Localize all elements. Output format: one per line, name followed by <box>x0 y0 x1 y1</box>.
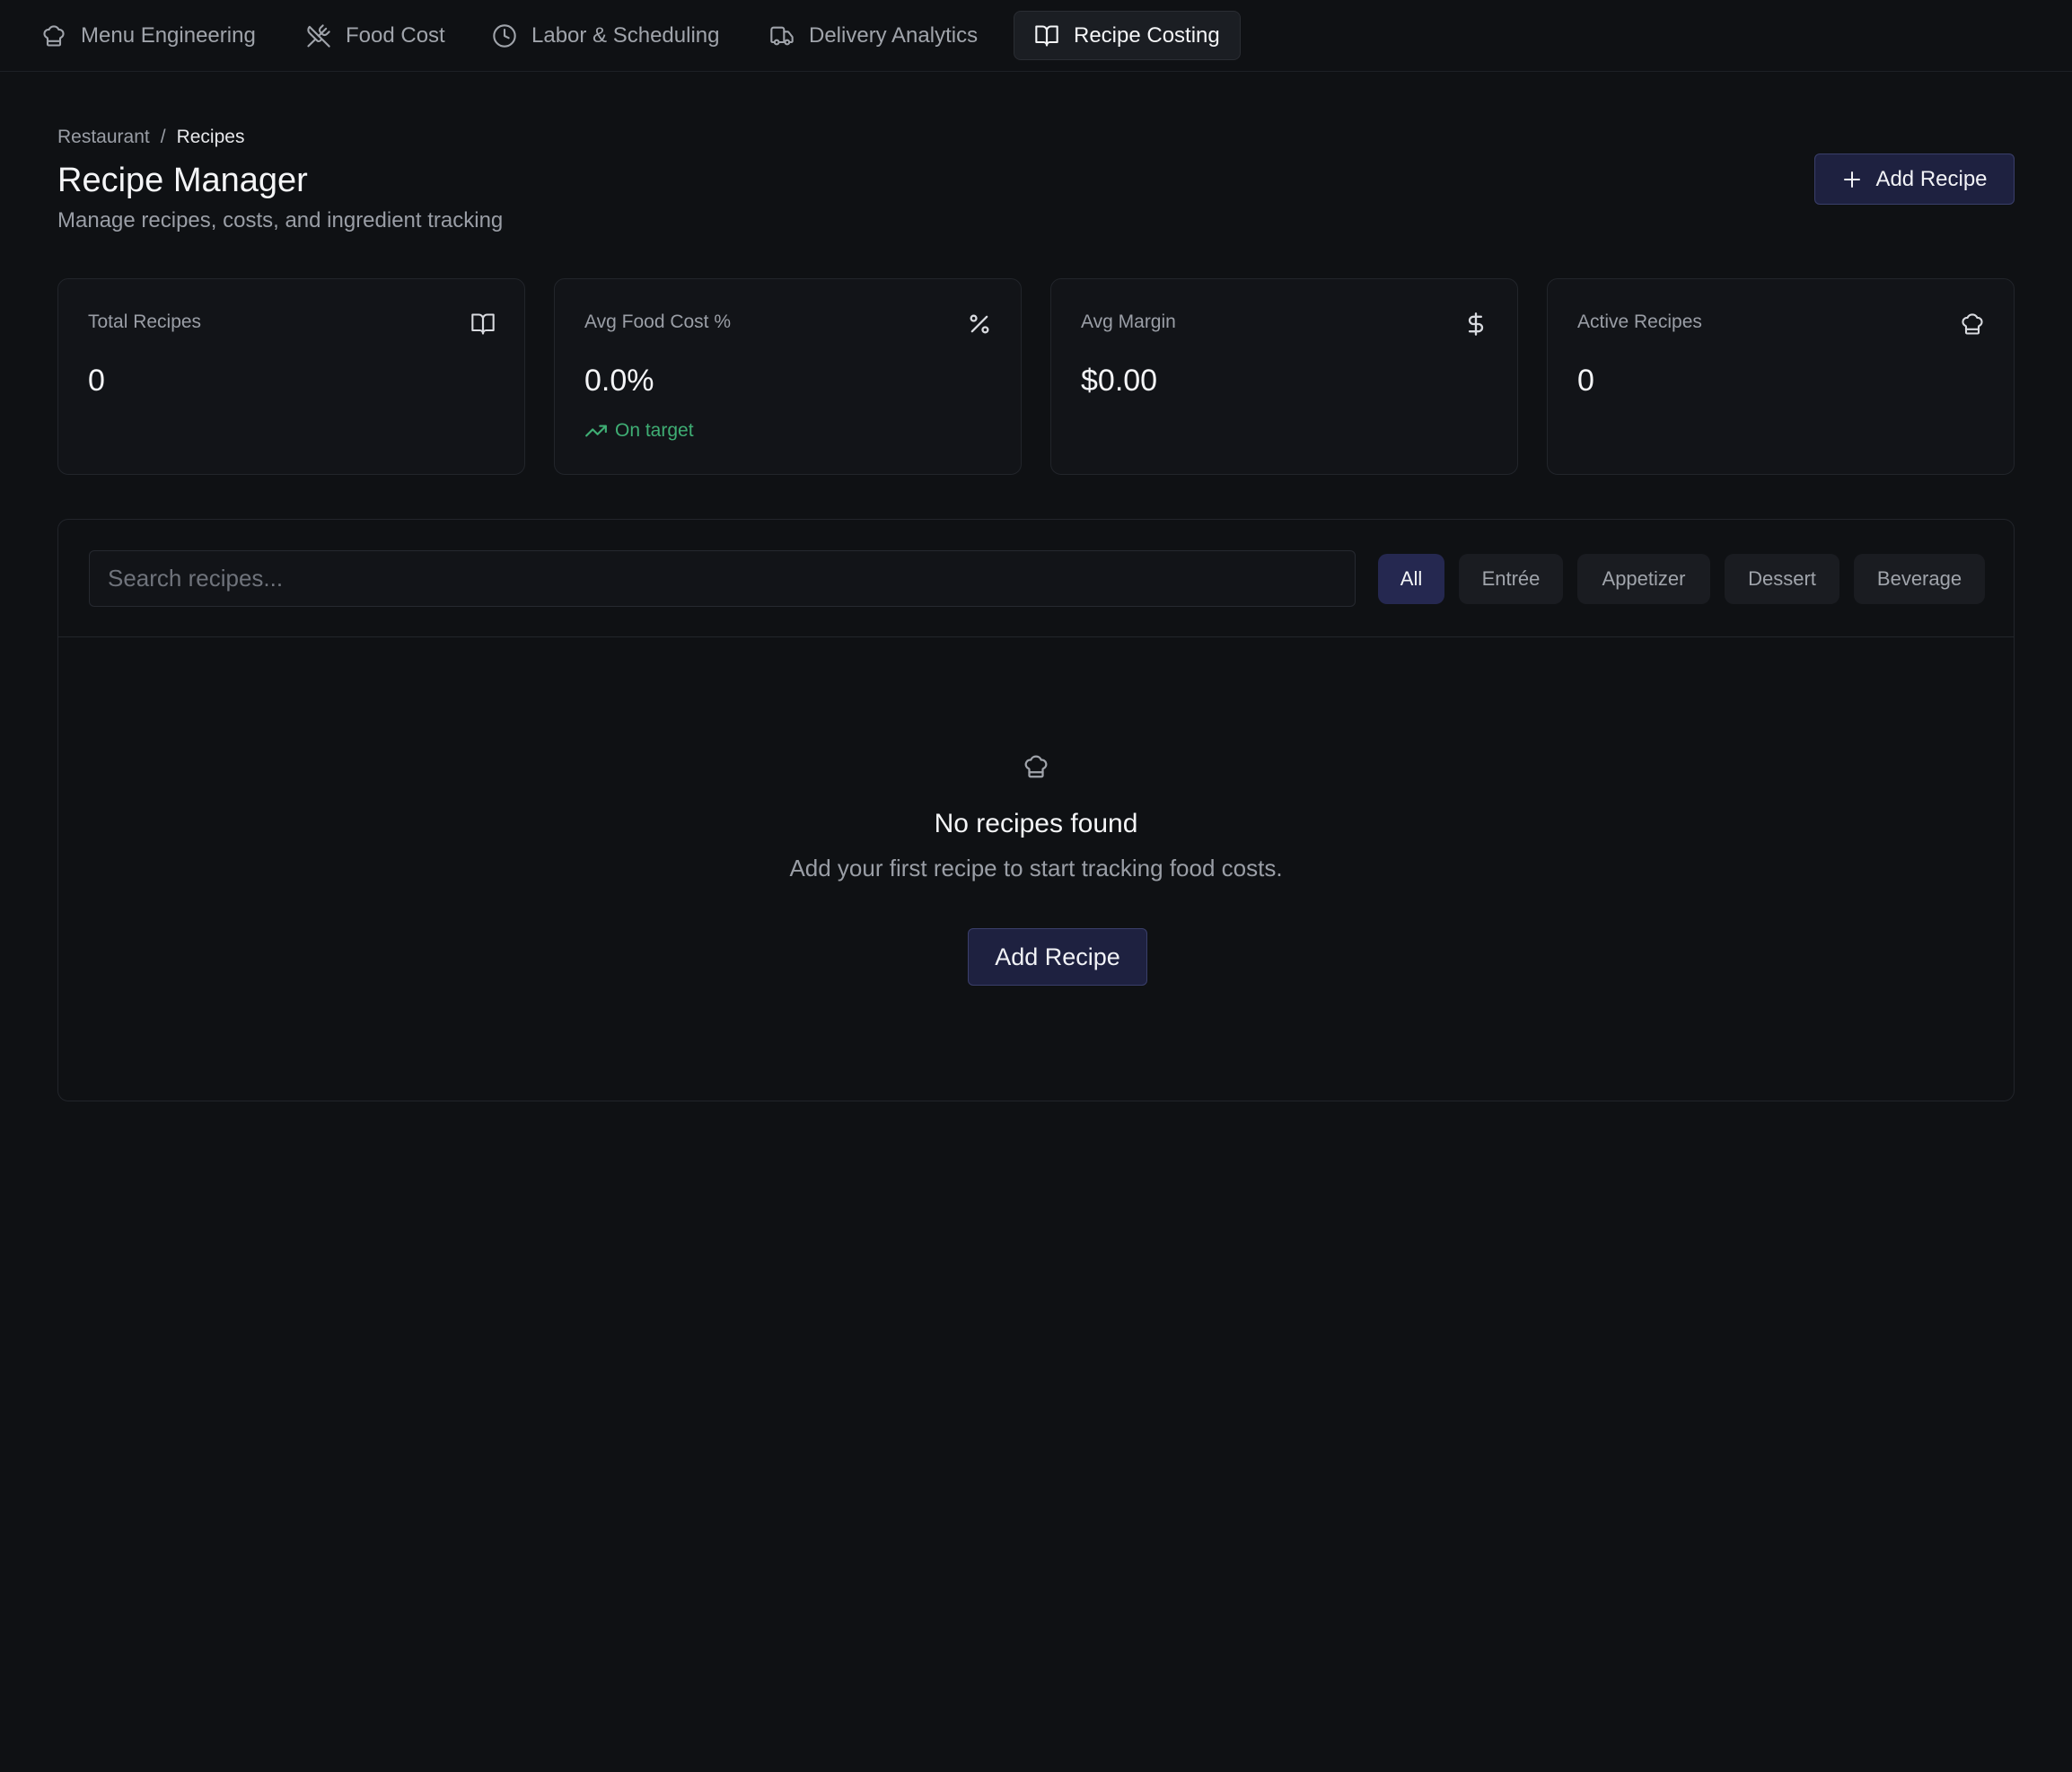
tab-label: Delivery Analytics <box>809 22 979 48</box>
chef-hat-icon <box>1962 313 1983 335</box>
breadcrumb-separator: / <box>160 127 166 147</box>
add-recipe-button[interactable]: Add Recipe <box>1814 154 2015 205</box>
stat-card-total-recipes: Total Recipes 0 <box>57 278 525 475</box>
stat-value: 0 <box>88 364 105 398</box>
stat-label: Avg Margin <box>1081 311 1176 332</box>
stat-value: $0.00 <box>1081 364 1158 398</box>
filter-chip-entree[interactable]: Entrée <box>1459 554 1563 604</box>
stat-label: Avg Food Cost % <box>584 311 732 332</box>
tab-food-cost[interactable]: Food Cost <box>286 11 465 60</box>
search-input[interactable] <box>89 550 1356 607</box>
percent-icon <box>970 314 989 334</box>
top-navigation: Menu Engineering Food Cost Labor & Sched… <box>0 0 2072 72</box>
stat-value: 0.0% <box>584 364 654 398</box>
book-open-icon <box>1035 24 1058 47</box>
clock-icon <box>493 23 516 48</box>
stat-label: Active Recipes <box>1577 311 1702 332</box>
add-recipe-label: Add Recipe <box>1875 166 1988 191</box>
stat-value: 0 <box>1577 364 1594 398</box>
truck-icon <box>770 26 794 45</box>
stat-card-avg-margin: Avg Margin $0.00 <box>1050 278 1518 475</box>
tab-labor-scheduling[interactable]: Labor & Scheduling <box>472 11 739 60</box>
trend-text: On target <box>615 420 694 441</box>
trend-indicator: On target <box>584 419 694 443</box>
dollar-sign-icon <box>1468 312 1484 336</box>
recipes-panel: All Entrée Appetizer Dessert Beverage No… <box>57 519 2015 1101</box>
breadcrumb-root[interactable]: Restaurant <box>57 127 150 148</box>
tab-delivery-analytics[interactable]: Delivery Analytics <box>750 11 997 60</box>
empty-state-text: Add your first recipe to start tracking … <box>789 855 1283 882</box>
filter-chip-dessert[interactable]: Dessert <box>1725 554 1839 604</box>
utensils-crossed-icon <box>307 23 330 48</box>
tab-recipe-costing[interactable]: Recipe Costing <box>1014 11 1241 60</box>
chef-hat-icon <box>1024 755 1048 778</box>
tab-label: Labor & Scheduling <box>531 22 720 48</box>
plus-icon <box>1844 171 1861 188</box>
trending-up-icon <box>585 425 607 437</box>
empty-state-title: No recipes found <box>934 809 1138 838</box>
filter-chip-beverage[interactable]: Beverage <box>1854 554 1985 604</box>
filter-chip-all[interactable]: All <box>1378 554 1444 604</box>
tab-label: Food Cost <box>346 22 445 48</box>
stat-label: Total Recipes <box>88 311 202 332</box>
page-subtitle: Manage recipes, costs, and ingredient tr… <box>57 208 504 232</box>
filter-chip-appetizer[interactable]: Appetizer <box>1577 554 1710 604</box>
breadcrumb-current: Recipes <box>176 127 245 147</box>
stat-card-avg-food-cost: Avg Food Cost % 0.0% On target <box>554 278 1022 475</box>
chef-hat-icon <box>43 24 65 47</box>
tab-label: Recipe Costing <box>1074 22 1220 48</box>
tab-label: Menu Engineering <box>81 22 256 48</box>
filter-toolbar: All Entrée Appetizer Dessert Beverage <box>58 520 2014 637</box>
breadcrumb: Restaurant / Recipes <box>57 127 244 148</box>
book-open-icon <box>471 313 495 335</box>
stat-card-active-recipes: Active Recipes 0 <box>1547 278 2015 475</box>
empty-add-recipe-button[interactable]: Add Recipe <box>968 928 1147 986</box>
tab-menu-engineering[interactable]: Menu Engineering <box>22 11 276 60</box>
page-title: Recipe Manager <box>57 162 308 199</box>
